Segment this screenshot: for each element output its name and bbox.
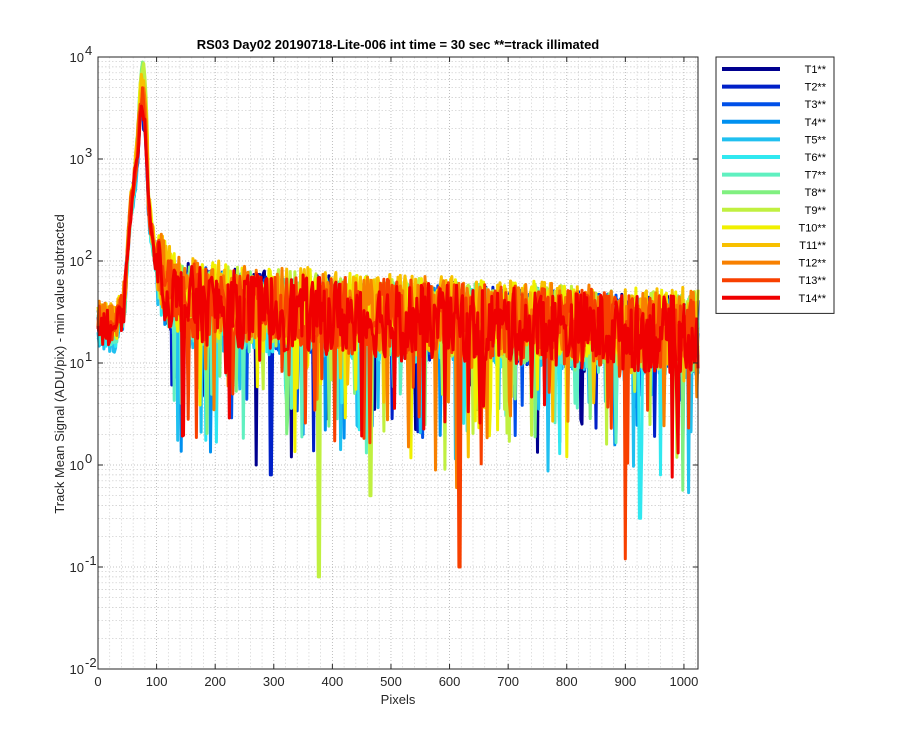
legend-label: T6**: [805, 152, 827, 164]
y-tick-exponent: 3: [85, 145, 92, 160]
y-axis-label: Track Mean Signal (ADU/pix) - min value …: [52, 214, 67, 513]
legend-label: T10**: [798, 222, 826, 234]
x-tick-label: 500: [380, 674, 402, 689]
y-tick-exponent: 4: [85, 43, 92, 58]
x-tick-label: 900: [614, 674, 636, 689]
y-tick-label: 10: [70, 458, 84, 473]
legend-label: T3**: [805, 99, 827, 111]
legend-label: T5**: [805, 134, 827, 146]
y-tick-label: 10: [70, 50, 84, 65]
chart-title: RS03 Day02 20190718-Lite-006 int time = …: [197, 37, 600, 52]
y-tick-label: 10: [70, 662, 84, 677]
legend-label: T7**: [805, 170, 827, 182]
x-tick-label: 0: [94, 674, 101, 689]
y-tick-label: 10: [70, 560, 84, 575]
legend-label: T13**: [798, 275, 826, 287]
x-tick-label: 800: [556, 674, 578, 689]
y-tick-exponent: 2: [85, 247, 92, 262]
x-tick-label: 200: [204, 674, 226, 689]
x-tick-label: 600: [439, 674, 461, 689]
plot-area: 0 100 200 300 400 500 600 700 800 900 100010 -210 -1…: [70, 43, 700, 689]
figure: 0 100 200 300 400 500 600 700 800 900 100010 -210 -1…: [0, 0, 900, 750]
x-tick-label: 1000: [669, 674, 698, 689]
y-tick-label: 10: [70, 152, 84, 167]
x-tick-label: 300: [263, 674, 285, 689]
x-tick-label: 400: [322, 674, 344, 689]
y-tick-exponent: 0: [85, 451, 92, 466]
x-tick-label: 100: [146, 674, 168, 689]
y-tick-exponent: 1: [85, 349, 92, 364]
legend-label: T1**: [805, 64, 827, 76]
y-tick-exponent: -2: [85, 655, 97, 670]
legend-label: T12**: [798, 258, 826, 270]
legend-label: T2**: [805, 82, 827, 94]
legend: T1** T2** T3** T4** T5** T6** T7** T8** T9** T10*…: [715, 56, 835, 314]
legend-label: T9**: [805, 205, 827, 217]
legend-label: T14**: [798, 293, 826, 305]
x-axis-label: Pixels: [381, 692, 416, 707]
y-tick-exponent: -1: [85, 553, 97, 568]
legend-label: T11**: [799, 240, 826, 252]
y-tick-label: 10: [70, 356, 84, 371]
legend-label: T4**: [805, 117, 827, 129]
x-tick-label: 700: [497, 674, 519, 689]
legend-label: T8**: [805, 187, 827, 199]
y-tick-label: 10: [70, 254, 84, 269]
